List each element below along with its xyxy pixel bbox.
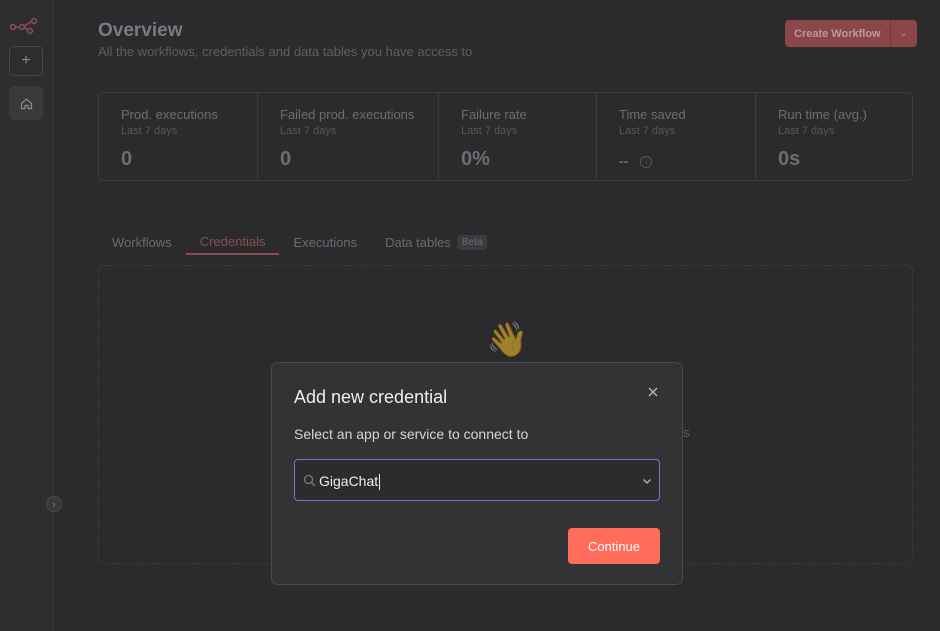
tab-workflows[interactable]: Workflows	[98, 229, 186, 255]
stat-value: 0	[280, 148, 292, 170]
add-button[interactable]: +	[9, 46, 43, 76]
tab-label: Workflows	[112, 234, 172, 250]
add-credential-modal: Add new credential Select an app or serv…	[271, 362, 683, 585]
stat-period: Last 7 days	[619, 125, 676, 137]
waving-hand-emoji: 👋	[486, 321, 529, 359]
sidebar: +	[0, 0, 54, 631]
create-workflow-button[interactable]: Create Workflow	[785, 20, 891, 47]
n8n-logo-icon[interactable]	[9, 14, 39, 36]
stat-failure-rate[interactable]: Failure rate Last 7 days 0%	[439, 93, 597, 180]
tab-label: Credentials	[199, 233, 266, 249]
stat-title: Failure rate	[461, 107, 527, 122]
stat-value: 0s	[778, 148, 801, 170]
sidebar-item-home[interactable]	[9, 86, 43, 120]
stat-value-row: -- i	[619, 153, 653, 169]
stat-failed-executions[interactable]: Failed prod. executions Last 7 days 0	[258, 93, 439, 180]
page-title: Overview	[98, 20, 183, 41]
continue-button[interactable]: Continue	[568, 528, 660, 564]
tab-credentials[interactable]: Credentials	[185, 229, 280, 255]
create-workflow-button-group: Create Workflow ⌄	[785, 20, 917, 47]
beta-badge: Beta	[456, 234, 488, 250]
search-input-value: GigaChat	[319, 473, 379, 489]
tab-data-tables[interactable]: Data tables Beta	[371, 229, 501, 255]
info-icon[interactable]: i	[640, 156, 653, 169]
stat-time-saved[interactable]: Time saved Last 7 days -- i	[597, 93, 756, 180]
search-icon	[303, 474, 316, 487]
plus-icon: +	[21, 52, 31, 69]
home-icon	[20, 97, 32, 109]
chevron-down-icon[interactable]	[641, 475, 653, 487]
app-search-select[interactable]: GigaChat	[294, 459, 660, 501]
stat-run-time[interactable]: Run time (avg.) Last 7 days 0s	[756, 93, 912, 180]
stat-title: Prod. executions	[121, 107, 218, 122]
create-dropdown-button[interactable]: ⌄	[891, 20, 917, 47]
stat-title: Time saved	[619, 107, 686, 122]
sidebar-collapse-toggle[interactable]: ›	[46, 496, 62, 512]
modal-subtitle: Select an app or service to connect to	[294, 426, 529, 442]
stat-period: Last 7 days	[778, 125, 835, 137]
stat-title: Failed prod. executions	[280, 107, 415, 122]
page-subtitle: All the workflows, credentials and data …	[98, 44, 473, 59]
chevron-down-icon: ⌄	[899, 28, 908, 39]
chevron-right-icon: ›	[52, 499, 56, 509]
stat-prod-executions[interactable]: Prod. executions Last 7 days 0	[99, 93, 258, 180]
close-icon[interactable]	[646, 385, 660, 399]
tab-executions[interactable]: Executions	[279, 229, 371, 255]
empty-state-text-fragment: s	[683, 425, 690, 440]
stat-title: Run time (avg.)	[778, 107, 867, 122]
insights-summary: Prod. executions Last 7 days 0 Failed pr…	[98, 92, 913, 181]
stat-period: Last 7 days	[461, 125, 518, 137]
text-cursor	[379, 474, 381, 491]
tabs: Workflows Credentials Executions Data ta…	[98, 229, 501, 255]
stat-value: --	[619, 153, 629, 169]
stat-period: Last 7 days	[280, 125, 337, 137]
tab-label: Executions	[293, 234, 358, 250]
search-input[interactable]: GigaChat	[319, 473, 381, 491]
stat-value: 0	[121, 148, 133, 170]
stat-value: 0%	[461, 148, 490, 170]
modal-title: Add new credential	[294, 387, 448, 407]
tab-label: Data tables	[385, 234, 451, 250]
stat-period: Last 7 days	[121, 125, 178, 137]
